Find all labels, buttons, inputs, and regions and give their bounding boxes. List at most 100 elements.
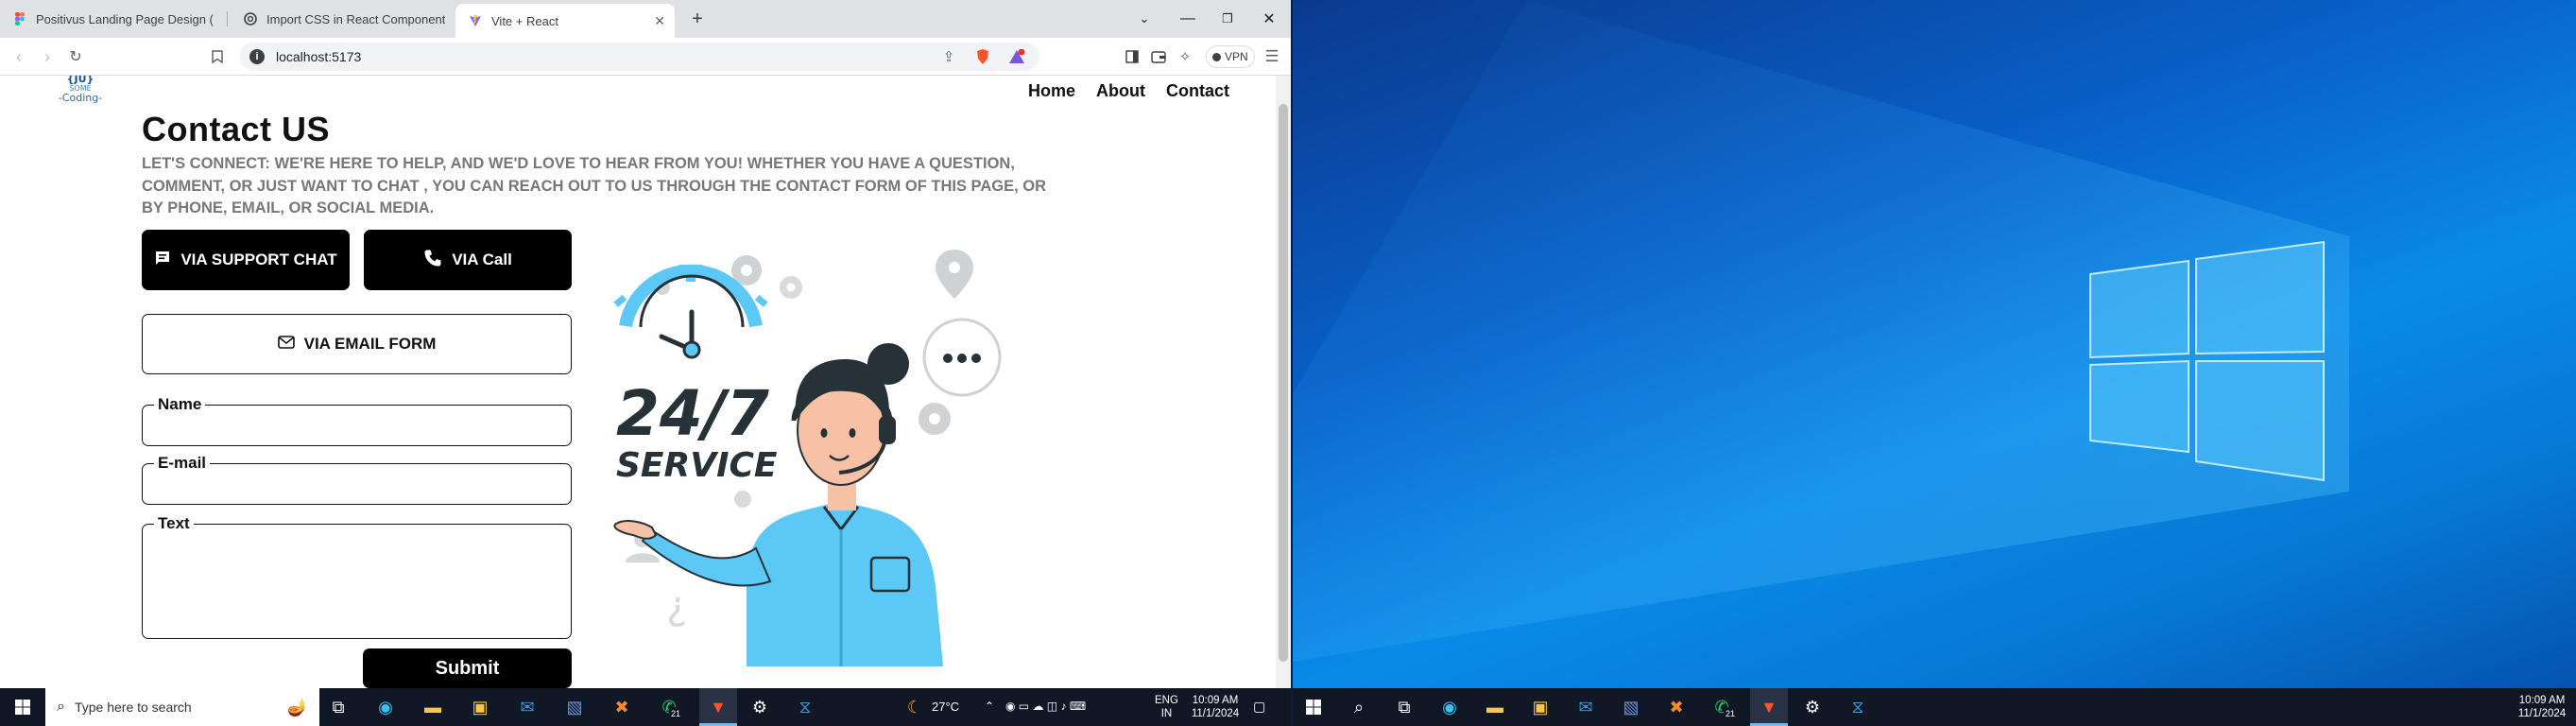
clock[interactable]: 10:09 AM 11/1/2024 bbox=[1185, 694, 1245, 720]
bookmark-icon[interactable] bbox=[206, 45, 229, 68]
tab-strip: Positivus Landing Page Design (Con Impor… bbox=[0, 0, 1291, 38]
brave-rewards-icon[interactable] bbox=[1007, 47, 1026, 66]
weather-temp[interactable]: 27°C bbox=[932, 700, 959, 714]
call-button[interactable]: VIA Call bbox=[364, 230, 572, 290]
minimize-button[interactable]: — bbox=[1166, 0, 1210, 38]
back-button[interactable]: ‹ bbox=[8, 45, 30, 68]
mail-icon bbox=[277, 335, 295, 354]
clock-time: 10:09 AM bbox=[2518, 695, 2566, 706]
reload-button[interactable]: ↻ bbox=[64, 45, 87, 68]
support-illustration: ¿ 24/7 SERVICE bbox=[613, 250, 1002, 666]
app-icon[interactable]: ▧ bbox=[561, 694, 588, 720]
illustration-247-text: 24/7 bbox=[616, 377, 769, 450]
lang-code: ENG bbox=[1155, 695, 1178, 706]
phone-icon bbox=[423, 249, 442, 272]
location-pin-icon bbox=[936, 250, 973, 299]
share-icon[interactable]: ⇪ bbox=[939, 47, 958, 66]
show-hidden-icons[interactable]: ⌃ bbox=[985, 700, 994, 713]
mail-icon[interactable]: ✉ bbox=[514, 694, 541, 720]
settings-icon[interactable]: ⚙ bbox=[1799, 694, 1826, 720]
tab-positivus[interactable]: Positivus Landing Page Design (Con bbox=[0, 0, 223, 38]
email-form-label: VIA EMAIL FORM bbox=[303, 335, 437, 353]
gear-icon bbox=[734, 491, 751, 508]
tab-import-css[interactable]: Import CSS in React Component bbox=[231, 0, 454, 38]
email-field[interactable]: E-mail bbox=[142, 454, 572, 505]
email-label: E-mail bbox=[154, 454, 211, 473]
name-field[interactable]: Name bbox=[142, 395, 572, 446]
support-chat-button[interactable]: VIA SUPPORT CHAT bbox=[142, 230, 350, 290]
tab-vite-react[interactable]: Vite + React ✕ bbox=[455, 4, 675, 38]
taskbar-search-input[interactable]: ⌕ Type here to search 🪔 bbox=[45, 688, 319, 726]
forward-button[interactable]: › bbox=[36, 45, 59, 68]
page-title: Contact US bbox=[142, 110, 331, 148]
new-tab-button[interactable]: + bbox=[675, 0, 720, 38]
windows-wallpaper-logo bbox=[1291, 0, 2349, 662]
tray-icons[interactable]: ◉ ▭ ☁ ◫ ♪ ⌨ bbox=[1005, 700, 1086, 713]
taskbar-left: ⌕ Type here to search 🪔 ⧉ ◉ ▬ ▣ ✉ ▧ ✖ ✆ … bbox=[0, 688, 1291, 726]
brave-shield-icon[interactable] bbox=[973, 47, 992, 66]
clock-date: 11/1/2024 bbox=[1191, 708, 1240, 719]
url-input[interactable]: i localhost:5173 ⇪ bbox=[240, 43, 1039, 71]
wallet-icon[interactable] bbox=[1149, 47, 1168, 66]
question-mark-icon: ¿ bbox=[666, 582, 687, 629]
menu-icon[interactable]: ☰ bbox=[1262, 47, 1281, 66]
gear-icon bbox=[780, 276, 802, 299]
tab-title: Import CSS in React Component bbox=[266, 11, 446, 26]
edge-icon[interactable]: ◉ bbox=[1436, 694, 1463, 720]
close-window-button[interactable]: ✕ bbox=[1247, 0, 1291, 38]
app-icon[interactable]: ▧ bbox=[1618, 694, 1644, 720]
xampp-icon[interactable]: ✖ bbox=[609, 694, 635, 720]
close-tab-icon[interactable]: ✕ bbox=[654, 13, 665, 29]
vscode-icon[interactable]: ⧖ bbox=[1845, 694, 1871, 720]
restore-button[interactable]: ❐ bbox=[1206, 0, 1249, 38]
store-icon[interactable]: ▣ bbox=[467, 694, 493, 720]
input-language[interactable]: ENG IN bbox=[1155, 694, 1178, 720]
vpn-status-icon bbox=[1212, 52, 1221, 61]
store-icon[interactable]: ▣ bbox=[1527, 694, 1554, 720]
weather-icon[interactable]: ☾ bbox=[902, 694, 928, 720]
windows-start-icon[interactable] bbox=[9, 694, 36, 720]
taskbar-right: ⌕ ⧉ ◉ ▬ ▣ ✉ ▧ ✖ ✆ 21 ▼ ⚙ ⧖ 10:09 AM 11/1… bbox=[1293, 688, 2576, 726]
vscode-icon[interactable]: ⧖ bbox=[792, 694, 818, 720]
brave-icon[interactable]: ▼ bbox=[699, 688, 737, 726]
browser-window: Positivus Landing Page Design (Con Impor… bbox=[0, 0, 1291, 688]
desktop-background bbox=[1291, 0, 2576, 688]
tab-search-button[interactable]: ⌄ bbox=[1123, 0, 1166, 38]
nav-home[interactable]: Home bbox=[1028, 81, 1075, 101]
search-highlight-icon[interactable]: 🪔 bbox=[287, 698, 308, 717]
email-form-button[interactable]: VIA EMAIL FORM bbox=[142, 314, 572, 374]
file-explorer-icon[interactable]: ▬ bbox=[1482, 694, 1508, 720]
gear-icon bbox=[919, 403, 951, 435]
search-icon[interactable]: ⌕ bbox=[1346, 694, 1372, 720]
clock[interactable]: 10:09 AM 11/1/2024 bbox=[2512, 694, 2572, 720]
call-label: VIA Call bbox=[452, 251, 512, 268]
xampp-icon[interactable]: ✖ bbox=[1663, 694, 1690, 720]
clock-date: 11/1/2024 bbox=[2517, 708, 2567, 719]
submit-button[interactable]: Submit bbox=[363, 648, 572, 688]
windows-start-icon[interactable] bbox=[1300, 694, 1327, 720]
site-logo[interactable]: {JU} SOME -Coding- bbox=[55, 76, 106, 108]
task-view-icon[interactable]: ⧉ bbox=[1391, 694, 1417, 720]
name-label: Name bbox=[154, 395, 206, 414]
page-viewport: {JU} SOME -Coding- Home About Contact Co… bbox=[0, 76, 1276, 688]
brave-icon[interactable]: ▼ bbox=[1750, 688, 1788, 726]
task-view-icon[interactable]: ⧉ bbox=[325, 694, 352, 720]
settings-icon[interactable]: ⚙ bbox=[747, 694, 773, 720]
tab-title: Vite + React bbox=[491, 13, 558, 28]
mail-icon[interactable]: ✉ bbox=[1572, 694, 1599, 720]
text-field[interactable]: Text bbox=[142, 514, 572, 639]
search-icon: ⌕ bbox=[57, 699, 65, 715]
edge-icon[interactable]: ◉ bbox=[372, 694, 399, 720]
file-explorer-icon[interactable]: ▬ bbox=[420, 694, 446, 720]
nav-contact[interactable]: Contact bbox=[1166, 81, 1229, 101]
scrollbar-thumb[interactable] bbox=[1279, 104, 1288, 662]
vpn-button[interactable]: VPN bbox=[1206, 45, 1255, 68]
chat-icon bbox=[154, 250, 171, 271]
screen-divider bbox=[1291, 0, 1293, 726]
nav-about[interactable]: About bbox=[1096, 81, 1145, 101]
sidebar-icon[interactable] bbox=[1123, 47, 1142, 66]
notification-icon[interactable]: ▢ bbox=[1253, 700, 1265, 713]
page-scrollbar[interactable] bbox=[1276, 76, 1291, 688]
leo-ai-icon[interactable]: ✧ bbox=[1176, 47, 1194, 66]
site-info-icon[interactable]: i bbox=[249, 49, 265, 64]
